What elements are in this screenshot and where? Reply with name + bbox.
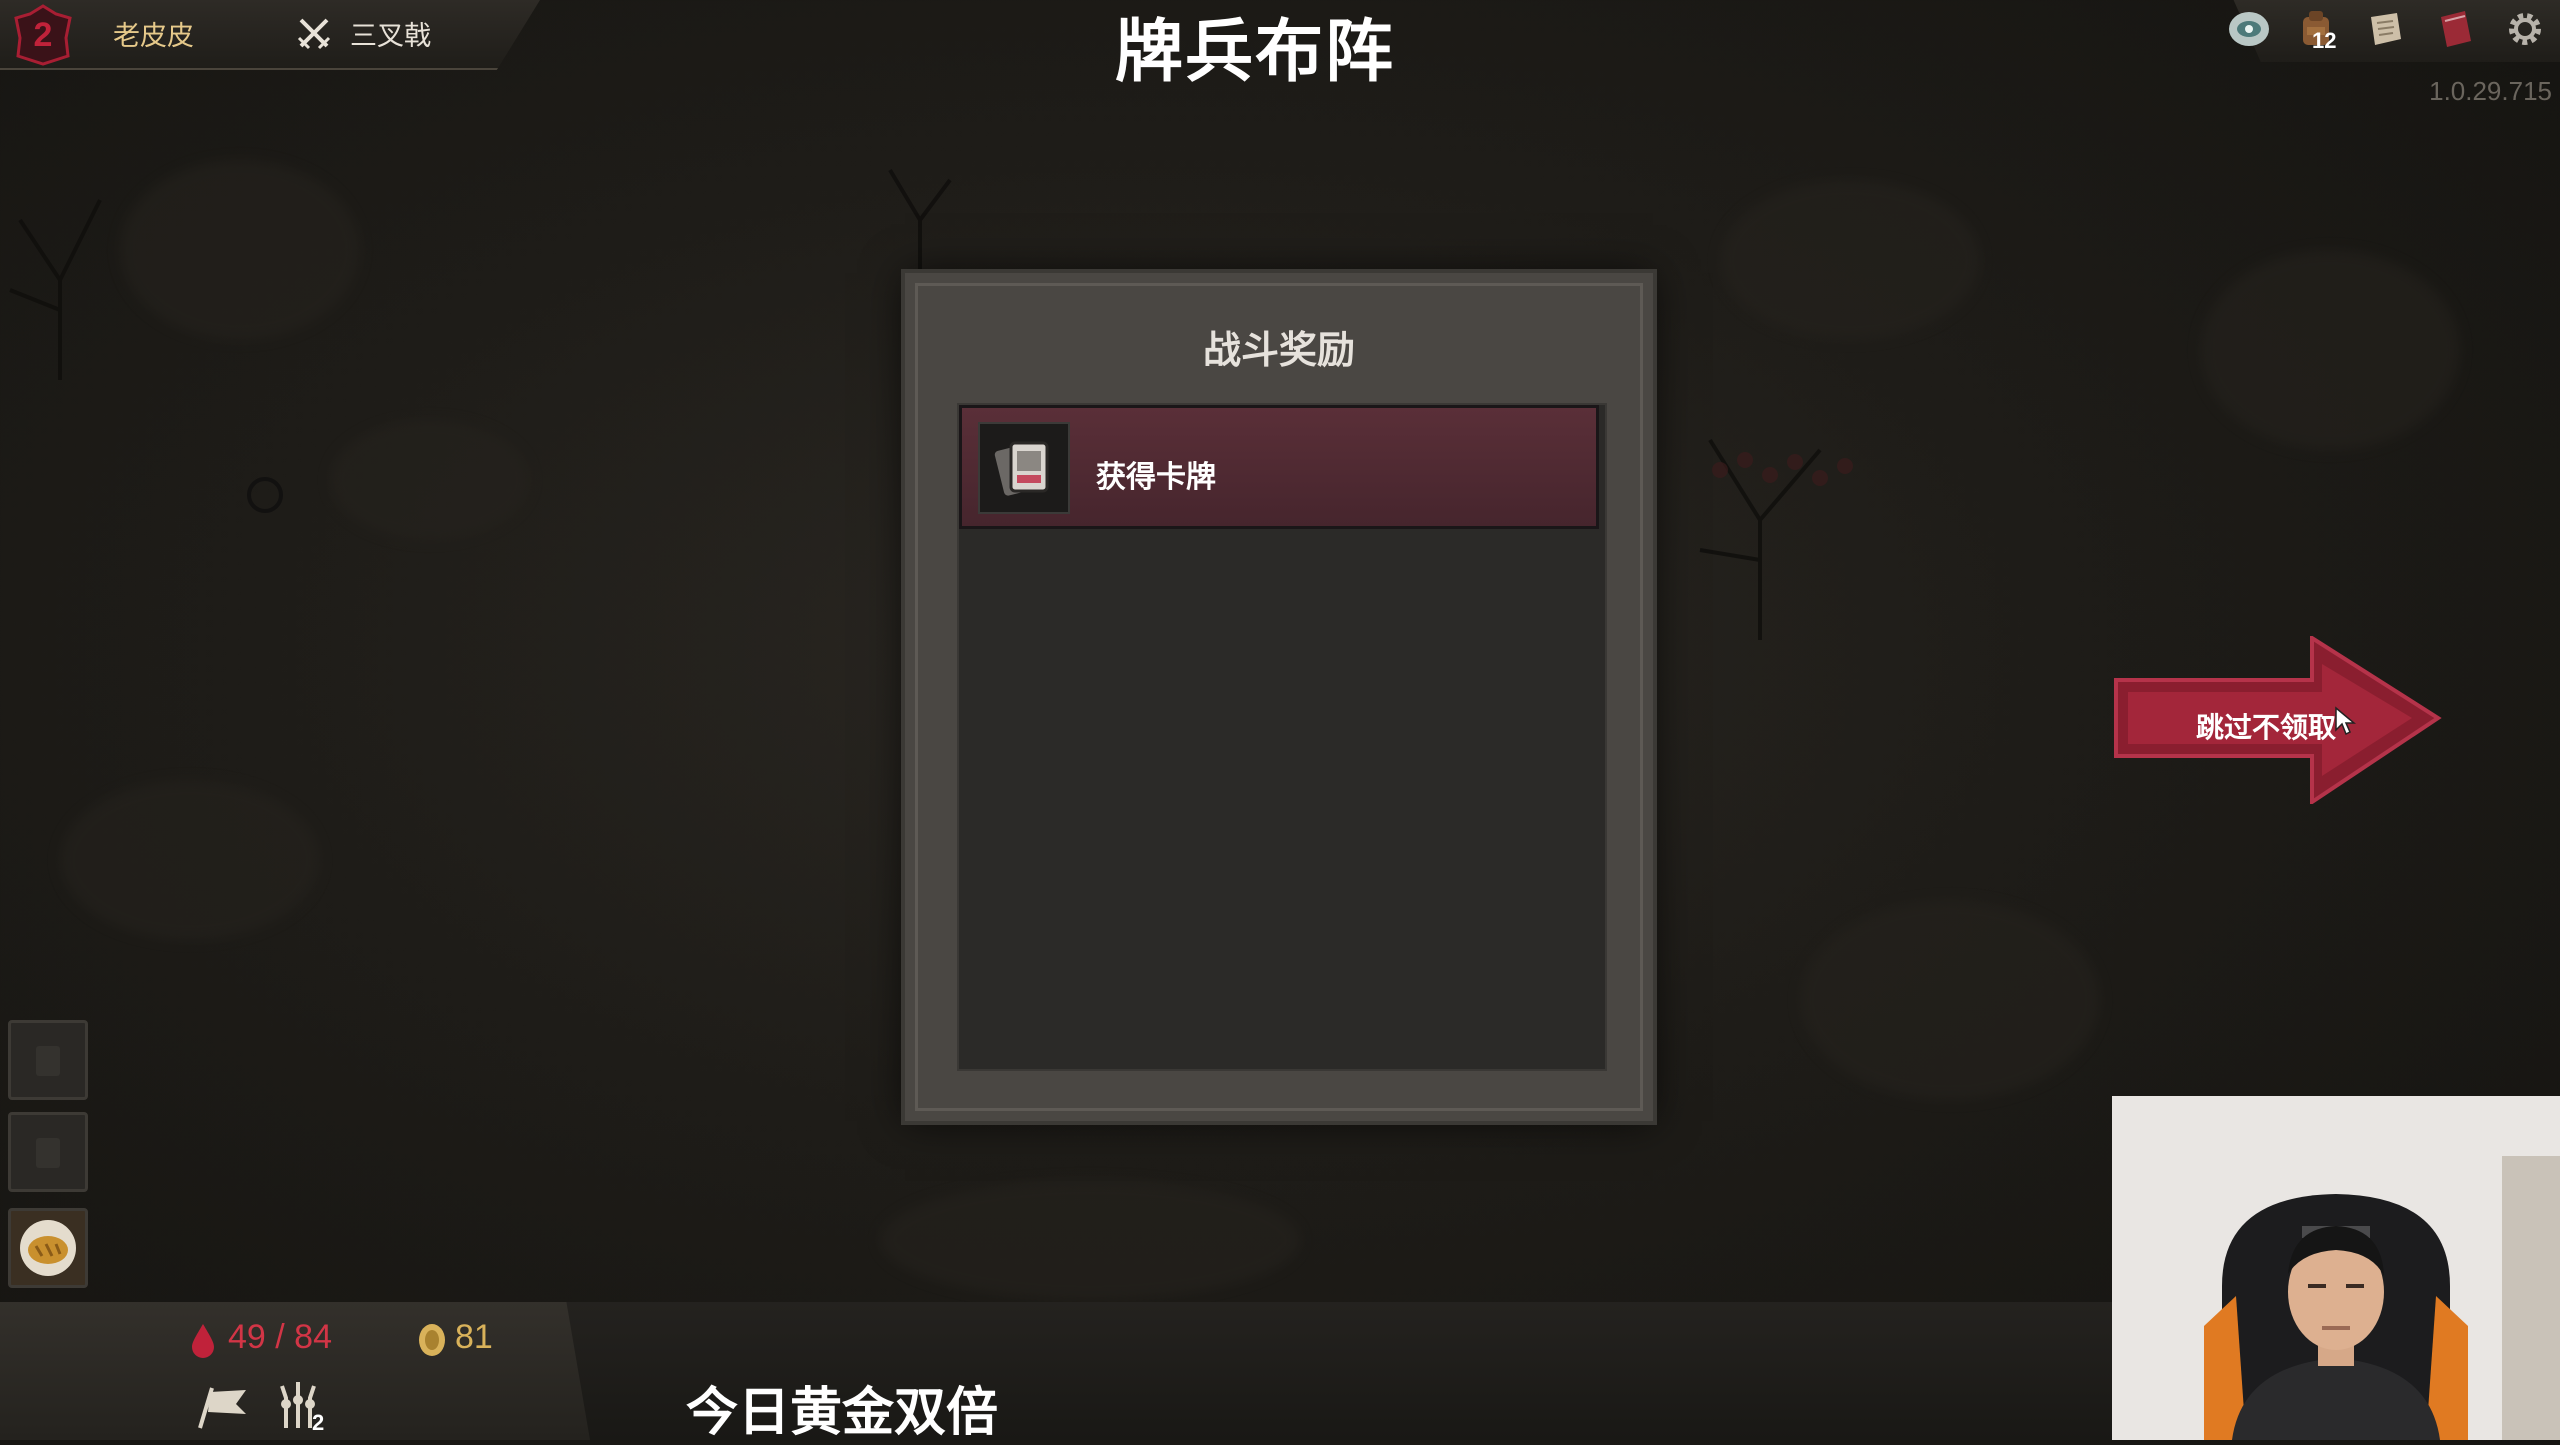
webcam-overlay (2112, 1096, 2560, 1440)
skip-button-label: 跳过不领取 (2196, 712, 2337, 743)
war-banner-icon[interactable] (196, 1382, 250, 1432)
settings-gear-icon[interactable] (2502, 6, 2548, 52)
reward-list: 获得卡牌 (957, 403, 1607, 1071)
backpack-count: 12 (2312, 28, 2337, 53)
player-name: 老皮皮 (113, 21, 194, 51)
reward-item-get-card[interactable]: 获得卡牌 (959, 405, 1599, 529)
player-level: 2 (33, 15, 53, 54)
cursor-pointer-icon (2335, 706, 2356, 736)
ground-patch (120, 160, 360, 340)
book-icon[interactable] (2432, 6, 2478, 52)
enemy-squad (1712, 452, 1853, 486)
battle-reward-panel: 战斗奖励 获得卡牌 (905, 273, 1653, 1121)
blood-drop-icon (192, 1324, 214, 1358)
ground-patch (330, 420, 530, 540)
item-slot-empty[interactable] (8, 1112, 88, 1192)
reward-item-label: 获得卡牌 (1096, 461, 1216, 494)
gold-value: 81 (455, 1318, 493, 1356)
item-slot-bread[interactable] (8, 1208, 88, 1288)
streamer-webcam-image (2112, 1096, 2560, 1440)
empty-slot-icon (36, 1138, 60, 1168)
reward-panel-title: 战斗奖励 (1202, 330, 1355, 372)
ground-patch (2200, 250, 2460, 450)
ground-patch (60, 780, 320, 940)
ground-patch (1800, 900, 2100, 1100)
map-ring-marker (247, 477, 283, 513)
page-title: 牌兵布阵 (1114, 14, 1395, 90)
empty-slot-icon (36, 1046, 60, 1076)
hp-value: 49 / 84 (228, 1318, 332, 1356)
dead-tree (888, 168, 952, 280)
ground-patch (1720, 180, 1980, 340)
version-label: 1.0.29.715 (2429, 76, 2552, 106)
player-info-bar: 2 老皮皮 三叉戟 (0, 0, 540, 70)
troop-count: 2 (312, 1410, 325, 1435)
ground-patch (880, 1180, 1300, 1300)
scroll-icon[interactable] (2362, 6, 2408, 52)
skip-reward-button[interactable]: 跳过不领取 (2112, 636, 2442, 804)
dead-tree (9, 199, 102, 380)
card-deck-icon (978, 422, 1070, 514)
stream-subtitle: 今日黄金双倍 (686, 1384, 999, 1442)
level-badge: 2 (12, 4, 74, 66)
weapon-name: 三叉戟 (350, 21, 431, 51)
bread-loaf-icon (20, 1220, 76, 1276)
item-slot-empty[interactable] (8, 1020, 88, 1100)
crossed-swords-icon (297, 16, 331, 50)
gold-coin-icon (419, 1324, 445, 1356)
eye-stone-icon[interactable] (2226, 6, 2272, 52)
